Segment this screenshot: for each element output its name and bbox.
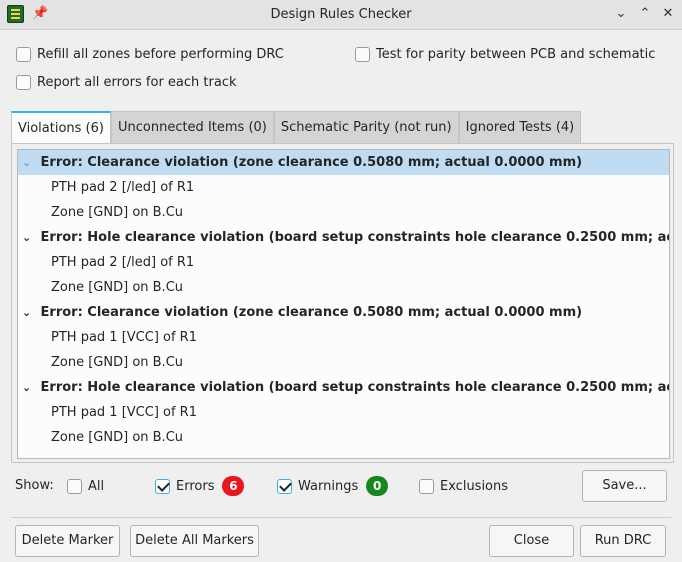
tab-unconnected-items[interactable]: Unconnected Items (0) [110, 111, 274, 143]
chevron-down-icon[interactable]: ⌄ [22, 150, 36, 175]
violation-item-label: PTH pad 1 [VCC] of R1 [51, 405, 197, 420]
close-button[interactable]: Close [489, 525, 574, 557]
report-all-errors-label: Report all errors for each track [37, 74, 237, 90]
violation-item-row[interactable]: Zone [GND] on B.Cu [18, 350, 669, 375]
filter-warnings-label: Warnings [298, 478, 359, 494]
filter-exclusions-option[interactable]: Exclusions [419, 476, 508, 496]
violations-tree[interactable]: ⌄ Error: Clearance violation (zone clear… [17, 149, 670, 459]
violation-item-row[interactable]: PTH pad 1 [VCC] of R1 [18, 325, 669, 350]
chevron-down-icon[interactable]: ⌄ [22, 225, 36, 250]
violation-row[interactable]: ⌄ Error: Hole clearance violation (board… [18, 225, 669, 250]
violation-title: Error: Hole clearance violation (board s… [40, 380, 669, 395]
violation-title: Error: Hole clearance violation (board s… [40, 230, 669, 245]
violation-item-row[interactable]: Zone [GND] on B.Cu [18, 275, 669, 300]
filter-exclusions-label: Exclusions [440, 478, 509, 494]
minimize-chevron-down-icon[interactable]: ⌄ [612, 5, 630, 23]
violation-item-row[interactable]: PTH pad 1 [VCC] of R1 [18, 400, 669, 425]
refill-zones-checkbox[interactable] [16, 46, 31, 62]
violation-item-row[interactable]: PTH pad 2 [/led] of R1 [18, 175, 669, 200]
violation-row[interactable]: ⌄ Error: Hole clearance violation (board… [18, 375, 669, 400]
violation-item-label: Zone [GND] on B.Cu [51, 205, 184, 220]
violation-item-row[interactable]: Zone [GND] on B.Cu [18, 200, 669, 225]
show-label: Show: [15, 478, 54, 493]
violation-item-label: Zone [GND] on B.Cu [51, 430, 184, 445]
tab-ignored-tests[interactable]: Ignored Tests (4) [458, 111, 582, 143]
violation-row[interactable]: ⌄ Error: Clearance violation (zone clear… [18, 150, 669, 175]
chevron-down-icon[interactable]: ⌄ [22, 375, 36, 400]
filter-errors-option[interactable]: Errors 6 [155, 476, 245, 496]
violation-item-row[interactable]: PTH pad 2 [/led] of R1 [18, 250, 669, 275]
window-title: Design Rules Checker [270, 7, 412, 22]
violations-tab-pane: ⌄ Error: Clearance violation (zone clear… [11, 143, 674, 463]
violation-row[interactable]: ⌄ Error: Clearance violation (zone clear… [18, 300, 669, 325]
violation-item-label: PTH pad 2 [/led] of R1 [51, 180, 195, 195]
tab-violations[interactable]: Violations (6) [11, 111, 111, 144]
tab-schematic-parity[interactable]: Schematic Parity (not run) [273, 111, 459, 143]
tab-bar: Violations (6) Unconnected Items (0) Sch… [11, 111, 582, 144]
violation-item-label: PTH pad 2 [/led] of R1 [51, 255, 195, 270]
save-button[interactable]: Save... [582, 470, 667, 502]
delete-all-markers-button[interactable]: Delete All Markers [130, 525, 259, 557]
refill-zones-label: Refill all zones before performing DRC [37, 46, 284, 62]
divider [11, 517, 671, 518]
violation-title: Error: Clearance violation (zone clearan… [40, 305, 583, 320]
test-parity-checkbox[interactable] [355, 46, 370, 62]
violation-item-label: Zone [GND] on B.Cu [51, 355, 184, 370]
errors-count-badge: 6 [222, 476, 245, 496]
delete-marker-button[interactable]: Delete Marker [15, 525, 120, 557]
filter-errors-label: Errors [176, 478, 215, 494]
refill-zones-option[interactable]: Refill all zones before performing DRC [16, 44, 284, 64]
filter-errors-checkbox[interactable] [155, 478, 170, 494]
filter-all-label: All [88, 478, 105, 494]
filter-exclusions-checkbox[interactable] [419, 478, 434, 494]
report-all-errors-checkbox[interactable] [16, 74, 31, 90]
violation-item-label: PTH pad 1 [VCC] of R1 [51, 330, 197, 345]
violation-item-label: Zone [GND] on B.Cu [51, 280, 184, 295]
violation-title: Error: Clearance violation (zone clearan… [40, 155, 583, 170]
filter-warnings-option[interactable]: Warnings 0 [277, 476, 389, 496]
close-icon[interactable]: ✕ [659, 5, 677, 23]
maximize-chevron-up-icon[interactable]: ⌃ [636, 5, 654, 23]
chevron-down-icon[interactable]: ⌄ [22, 300, 36, 325]
title-bar: 📌 Design Rules Checker ⌄ ⌃ ✕ [0, 0, 682, 30]
test-parity-option[interactable]: Test for parity between PCB and schemati… [355, 44, 655, 64]
warnings-count-badge: 0 [366, 476, 389, 496]
filter-warnings-checkbox[interactable] [277, 478, 292, 494]
test-parity-label: Test for parity between PCB and schemati… [376, 46, 656, 62]
filter-all-option[interactable]: All [67, 476, 104, 496]
filter-all-checkbox[interactable] [67, 478, 82, 494]
violation-item-row[interactable]: Zone [GND] on B.Cu [18, 425, 669, 450]
run-drc-button[interactable]: Run DRC [580, 525, 666, 557]
report-all-errors-option[interactable]: Report all errors for each track [16, 72, 237, 92]
